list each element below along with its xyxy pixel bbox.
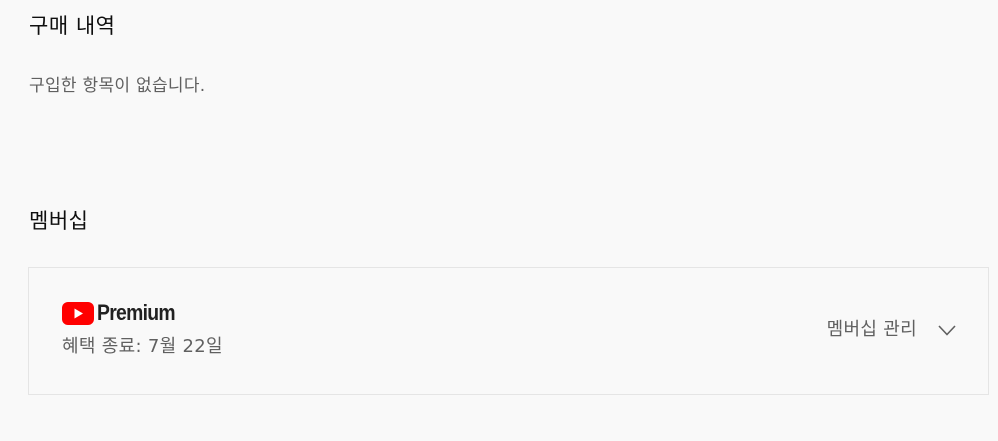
manage-membership-label: 멤버십 관리 — [826, 319, 917, 340]
manage-membership-button[interactable]: 멤버십 관리 — [827, 320, 957, 340]
youtube-play-icon — [62, 301, 94, 325]
chevron-down-icon[interactable] — [937, 320, 957, 340]
youtube-premium-logo: Premium — [62, 301, 186, 325]
benefit-end-date: 혜택 종료: 7월 22일 — [62, 336, 223, 357]
logo-text: Premium — [97, 300, 176, 325]
purchases-section-title: 구매 내역 — [29, 14, 116, 38]
membership-section-title: 멤버십 — [29, 209, 89, 233]
membership-card: Premium 혜택 종료: 7월 22일 멤버십 관리 — [28, 267, 989, 395]
purchases-empty-message: 구입한 항목이 없습니다. — [29, 76, 206, 96]
